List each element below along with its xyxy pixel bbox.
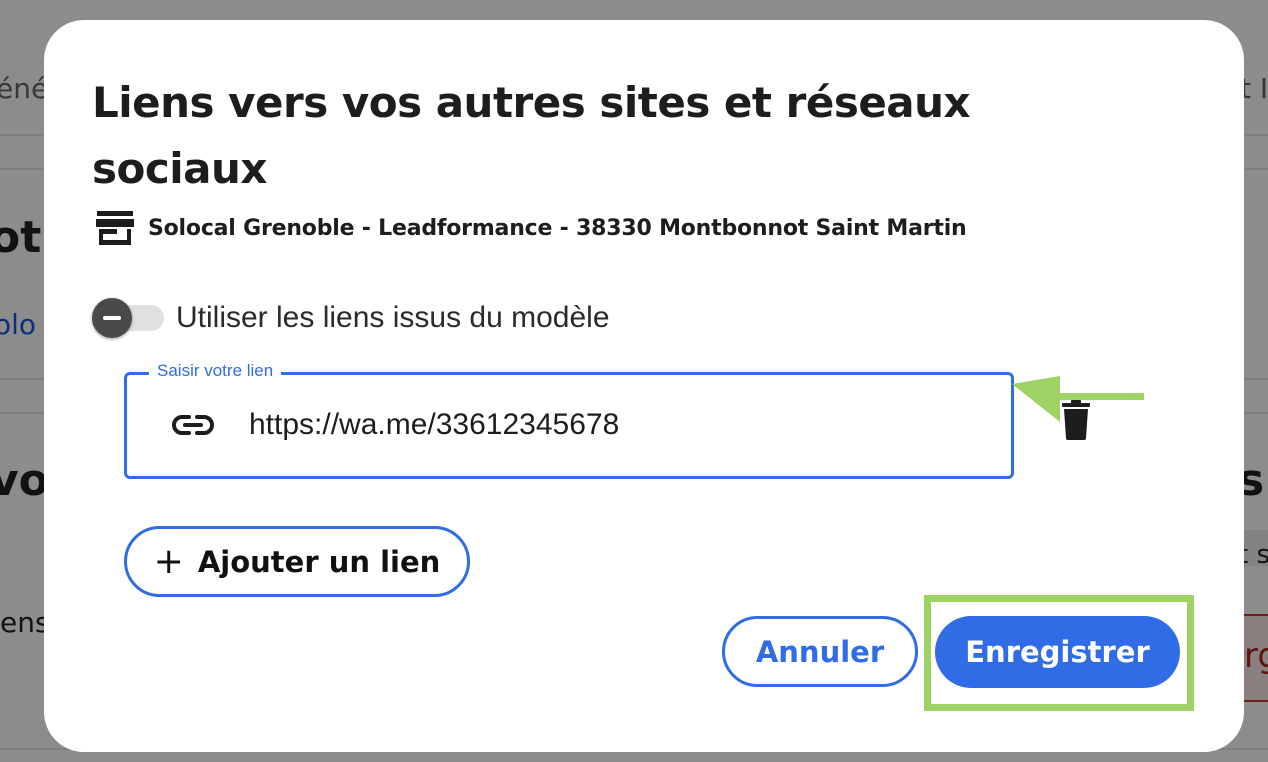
store-icon xyxy=(96,211,134,245)
toggle-label: Utiliser les liens issus du modèle xyxy=(176,301,610,334)
link-field-label: Saisir votre lien xyxy=(149,361,282,381)
save-label: Enregistrer xyxy=(965,635,1150,669)
links-dialog: Liens vers vos autres sites et réseaux s… xyxy=(44,20,1244,752)
toggle-knob xyxy=(92,298,132,338)
save-button[interactable]: Enregistrer xyxy=(935,616,1180,688)
store-info: Solocal Grenoble - Leadformance - 38330 … xyxy=(96,210,967,246)
template-links-toggle[interactable] xyxy=(92,298,164,338)
cancel-label: Annuler xyxy=(755,634,885,669)
store-label: Solocal Grenoble - Leadformance - 38330 … xyxy=(148,215,967,241)
template-links-toggle-row: Utiliser les liens issus du modèle xyxy=(92,296,610,340)
add-link-label: Ajouter un lien xyxy=(197,544,441,579)
dialog-title: Liens vers vos autres sites et réseaux s… xyxy=(92,78,971,193)
annotation-arrow xyxy=(1012,376,1144,422)
cancel-button[interactable]: Annuler xyxy=(722,616,918,687)
link-icon xyxy=(172,415,214,435)
add-link-button[interactable]: + Ajouter un lien xyxy=(124,526,470,597)
link-input[interactable] xyxy=(249,403,969,447)
plus-icon: + xyxy=(153,540,184,582)
link-field: Saisir votre lien xyxy=(124,361,1014,479)
